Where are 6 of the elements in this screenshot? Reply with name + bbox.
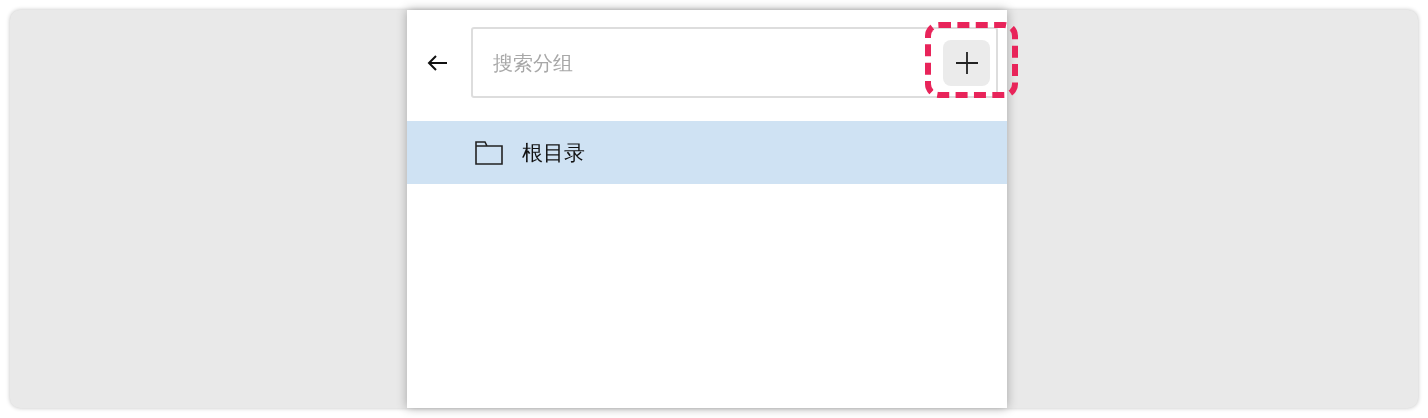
tree-item[interactable]: 根目录 [407, 121, 1007, 184]
plus-icon [954, 50, 979, 75]
search-bar[interactable]: 搜索分组 [471, 27, 998, 98]
add-button[interactable] [943, 39, 990, 86]
folder-icon [475, 140, 503, 165]
tree-item-label: 根目录 [522, 139, 585, 167]
